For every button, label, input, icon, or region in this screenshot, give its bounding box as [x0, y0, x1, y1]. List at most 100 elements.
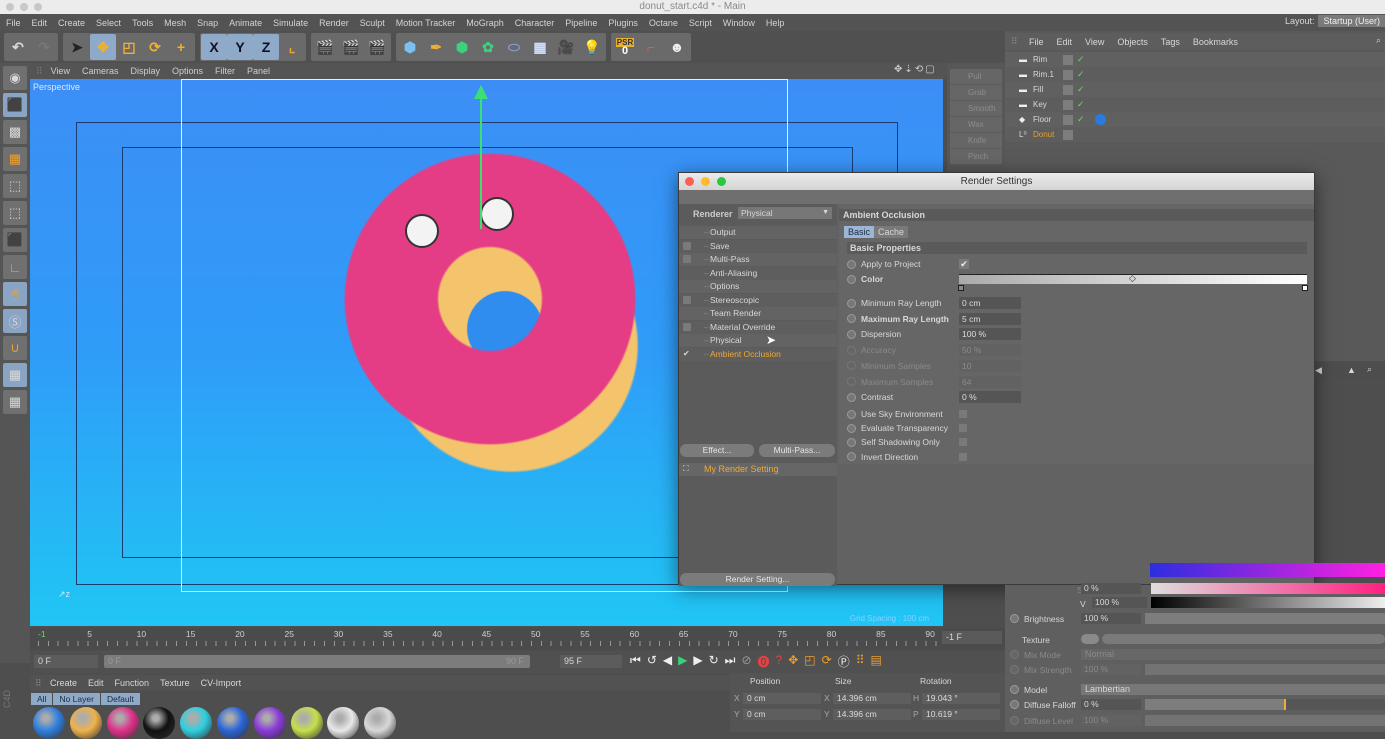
renderer-dropdown[interactable]: Physical ▼	[738, 207, 832, 219]
material-tag-icon[interactable]	[1095, 114, 1106, 125]
zoom-dialog-button[interactable]	[717, 177, 726, 186]
model-mode-icon[interactable]: ⬛	[3, 93, 27, 117]
param-field[interactable]: 0 %	[959, 391, 1021, 404]
material-swatch[interactable]	[253, 707, 286, 739]
effect-button[interactable]: Effect...	[680, 444, 754, 457]
animate-radio-icon[interactable]	[1010, 700, 1019, 709]
animate-radio-icon[interactable]	[847, 259, 856, 269]
menu-create[interactable]: Create	[58, 18, 85, 28]
material-swatch[interactable]	[327, 707, 360, 739]
menu-motion-tracker[interactable]: Motion Tracker	[396, 18, 456, 28]
v-field[interactable]: 100 %	[1092, 597, 1147, 608]
material-swatch[interactable]	[143, 707, 176, 739]
animate-radio-icon[interactable]	[1010, 685, 1019, 694]
visibility-toggle[interactable]	[1063, 99, 1073, 110]
menu-snap[interactable]: Snap	[197, 18, 218, 28]
x-axis-lock-button[interactable]: X	[201, 34, 227, 60]
render-settings-item[interactable]: ✔ – Ambient Occlusion	[679, 347, 837, 361]
menu-octane[interactable]: Octane	[649, 18, 678, 28]
saturation-gradient[interactable]	[1151, 583, 1385, 594]
mix-mode-dropdown[interactable]: Normal	[1081, 649, 1385, 660]
recent-tool-icon[interactable]: +	[168, 34, 194, 60]
redo-icon[interactable]: ↷	[31, 34, 57, 60]
apply-to-project-checkbox[interactable]: ✔	[959, 259, 969, 269]
undo-icon[interactable]: ↶	[5, 34, 31, 60]
camera-icon[interactable]: 🎥	[553, 34, 579, 60]
previous-frame-icon[interactable]: ◀	[663, 653, 672, 670]
checkbox-icon[interactable]	[683, 295, 691, 304]
timeline-window-icon[interactable]: ▤	[871, 653, 882, 670]
object-row[interactable]: ▬ Fill ✓	[1005, 82, 1385, 97]
autokeying-icon[interactable]: ⓿	[758, 653, 770, 670]
scale-tool-icon[interactable]: ◰	[116, 34, 142, 60]
material-swatch[interactable]	[69, 707, 102, 739]
play-icon[interactable]: ▶	[678, 653, 687, 670]
texture-menu-button[interactable]	[1081, 634, 1099, 644]
start-frame-field[interactable]: 0 F	[34, 655, 98, 668]
object-name[interactable]: Rim	[1033, 55, 1047, 64]
dialog-title-bar[interactable]: Render Settings	[679, 173, 1314, 190]
object-menu-tags[interactable]: Tags	[1161, 37, 1180, 47]
size-field[interactable]: 14.396 cm	[833, 693, 911, 704]
viewport-menu-filter[interactable]: Filter	[215, 66, 235, 76]
back-arrow-icon[interactable]: ◀	[1315, 365, 1322, 376]
z-axis-lock-button[interactable]: Z	[253, 34, 279, 60]
object-name[interactable]: Key	[1033, 100, 1047, 109]
object-name[interactable]: Donut	[1033, 130, 1054, 139]
brightness-field[interactable]: 100 %	[1081, 613, 1141, 624]
object-menu-edit[interactable]: Edit	[1057, 37, 1073, 47]
key-position-icon[interactable]: ✥	[788, 653, 798, 670]
points-mode-icon[interactable]: ⬚	[3, 174, 27, 198]
menu-mograph[interactable]: MoGraph	[466, 18, 504, 28]
material-menu-create[interactable]: Create	[50, 678, 77, 688]
animate-radio-icon[interactable]	[847, 329, 856, 339]
spline-pen-icon[interactable]: ✒	[423, 34, 449, 60]
ik-joint-icon[interactable]: ⌐	[638, 34, 664, 60]
material-swatch[interactable]	[180, 707, 213, 739]
deformer-icon[interactable]: ⬭	[501, 34, 527, 60]
preset-name[interactable]: My Render Setting	[704, 464, 779, 474]
material-swatch[interactable]	[33, 707, 65, 739]
dolly-icon[interactable]: ⇣	[904, 64, 914, 75]
floor-icon[interactable]: ▦	[527, 34, 553, 60]
option-checkbox[interactable]	[959, 438, 967, 447]
viewport-menu-cameras[interactable]: Cameras	[82, 66, 119, 76]
color-gradient[interactable]: ◇	[959, 273, 1307, 284]
move-handle-y-axis[interactable]	[480, 89, 482, 229]
animate-radio-icon[interactable]	[1010, 614, 1019, 623]
selection-tool-icon[interactable]: ➤	[64, 34, 90, 60]
coordinate-system-icon[interactable]: ⌞	[279, 34, 305, 60]
character-object-icon[interactable]: ☻	[664, 34, 690, 60]
menu-file[interactable]: File	[6, 18, 21, 28]
animate-radio-icon[interactable]	[847, 437, 856, 447]
light-icon[interactable]: 💡	[579, 34, 605, 60]
sculpt-tool-smooth[interactable]: Smooth	[950, 101, 1002, 117]
menu-sculpt[interactable]: Sculpt	[360, 18, 385, 28]
viewport-menu-view[interactable]: View	[51, 66, 70, 76]
up-arrow-icon[interactable]: ▲	[1347, 365, 1356, 375]
render-settings-item[interactable]: – Team Render	[679, 307, 837, 320]
close-window-button[interactable]	[6, 3, 14, 11]
psr-button[interactable]: PSR 0	[612, 34, 638, 60]
param-field[interactable]: 100 %	[959, 328, 1021, 341]
toggle-views-icon[interactable]: ▢	[925, 64, 936, 75]
menu-pipeline[interactable]: Pipeline	[565, 18, 597, 28]
key-scale-icon[interactable]: ◰	[804, 653, 815, 670]
viewport-menu-options[interactable]: Options	[172, 66, 203, 76]
viewport-menu-panel[interactable]: Panel	[247, 66, 270, 76]
option-checkbox[interactable]	[959, 410, 967, 418]
workplane-mode-icon[interactable]: ▦	[3, 147, 27, 171]
material-swatch[interactable]	[290, 707, 323, 739]
timeline-ruler[interactable]: -1 5 10 15 20 25 30 35 40 45 50 55 60 65 70 75 80 85 90	[30, 628, 1005, 650]
texture-mode-icon[interactable]: ▩	[3, 120, 27, 144]
position-field[interactable]: 0 cm	[743, 708, 821, 720]
object-name[interactable]: Rim.1	[1033, 70, 1054, 79]
cube-primitive-icon[interactable]: ⬢	[397, 34, 423, 60]
animate-radio-icon[interactable]	[847, 392, 856, 402]
animate-radio-icon[interactable]	[847, 377, 856, 386]
render-settings-item[interactable]: – Output	[679, 226, 837, 239]
visibility-toggle[interactable]	[1063, 114, 1073, 125]
animate-radio-icon[interactable]	[847, 423, 856, 433]
mix-strength-field[interactable]: 100 %	[1081, 664, 1141, 675]
sculpt-tool-pinch[interactable]: Pinch	[950, 149, 1002, 165]
